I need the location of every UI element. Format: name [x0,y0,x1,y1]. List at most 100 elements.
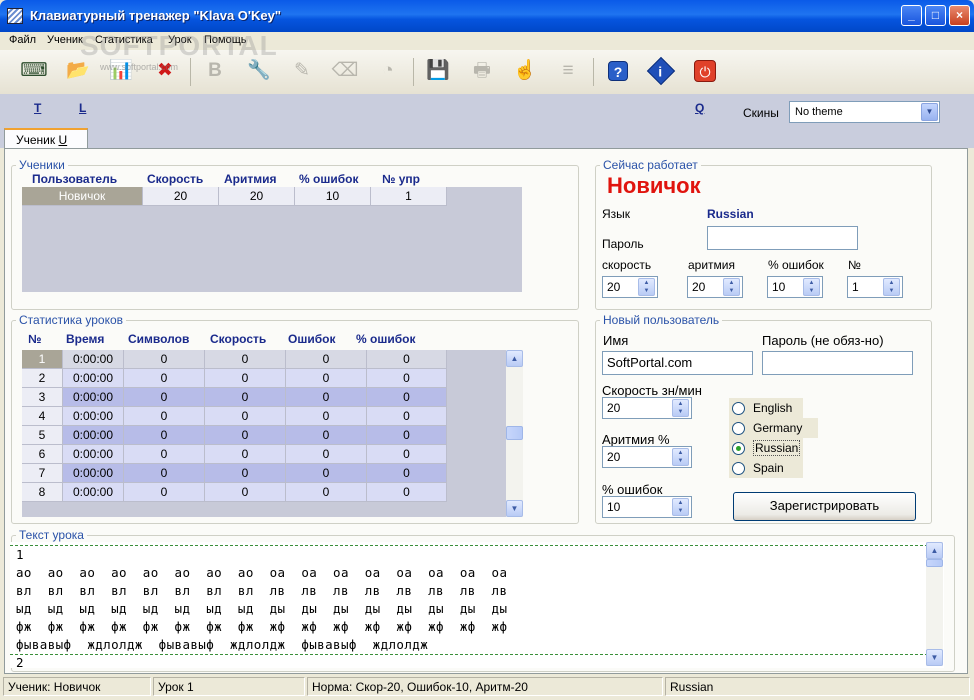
table-cell[interactable]: 0 [286,369,367,388]
scroll-down-icon[interactable]: ▼ [926,649,943,666]
table-cell[interactable]: 0:00:00 [63,426,124,445]
table-cell[interactable]: 0 [205,426,286,445]
table-cell[interactable]: 0 [205,350,286,369]
lesson-text-area[interactable]: 1 ао ао ао ао ао ао ао ао оа оа оа оа оа… [10,542,944,668]
tab-student[interactable]: Ученик U [4,128,88,149]
new-errors-stepper[interactable]: 10 ▲ ▼ [602,496,692,518]
table-cell[interactable]: 0 [367,483,447,502]
save-icon[interactable]: 💾 [422,56,454,86]
spin-arrows-icon[interactable]: ▲ ▼ [803,278,820,296]
table-cell[interactable]: 0:00:00 [63,464,124,483]
table-cell[interactable]: 4 [22,407,63,426]
table-cell[interactable]: 0 [367,426,447,445]
lesson-text-scrollbar[interactable]: ▲ ▼ [926,542,943,666]
table-cell[interactable]: 0 [205,483,286,502]
lesson-stats-scrollbar[interactable]: ▲ ▼ [506,350,523,517]
chevron-down-icon[interactable]: ▼ [921,103,938,121]
radio-spain[interactable]: Spain [729,458,803,478]
table-cell[interactable]: 0 [205,388,286,407]
timer-icon[interactable]: ◔ [372,56,404,86]
table-cell[interactable]: 0:00:00 [63,350,124,369]
menu-student[interactable]: Ученик [47,34,83,46]
radio-germany[interactable]: Germany [729,418,818,438]
scroll-thumb[interactable] [506,426,523,440]
spin-arrows-icon[interactable]: ▲ ▼ [723,278,740,296]
new-speed-stepper[interactable]: 20 ▲ ▼ [602,397,692,419]
table-cell[interactable]: 0 [367,407,447,426]
table-cell[interactable]: 3 [22,388,63,407]
edit-icon[interactable]: ✎ [286,56,318,86]
current-speed-stepper[interactable]: 20 ▲ ▼ [602,276,658,298]
hand-icon[interactable]: ☝ [509,56,541,86]
table-cell[interactable]: 0 [367,388,447,407]
print-icon[interactable]: 🖶 [466,56,498,86]
scroll-thumb[interactable] [926,559,943,567]
table-cell[interactable]: 0 [205,407,286,426]
help-icon[interactable]: ? [608,61,628,81]
student-errors-cell[interactable]: 10 [295,187,371,206]
table-cell[interactable]: 0 [286,426,367,445]
password-input[interactable] [707,226,858,250]
student-exercise-cell[interactable]: 1 [371,187,447,206]
table-cell[interactable]: 5 [22,426,63,445]
maximize-button[interactable]: □ [925,5,946,26]
spin-arrows-icon[interactable]: ▲ ▼ [672,399,689,417]
table-cell[interactable]: 2 [22,369,63,388]
table-cell[interactable]: 0 [367,350,447,369]
power-icon[interactable]: ⏻ [694,60,716,82]
current-errors-stepper[interactable]: 10 ▲ ▼ [767,276,823,298]
table-cell[interactable]: 7 [22,464,63,483]
scroll-up-icon[interactable]: ▲ [506,350,523,367]
table-cell[interactable]: 0 [205,445,286,464]
close-button[interactable]: × [949,5,970,26]
spin-arrows-icon[interactable]: ▲ ▼ [672,448,689,466]
skin-select[interactable]: No theme ▼ [789,101,940,123]
table-cell[interactable]: 0 [124,350,205,369]
link-l[interactable]: L [79,101,86,115]
table-cell[interactable]: 0 [367,464,447,483]
table-cell[interactable]: 0 [286,464,367,483]
table-cell[interactable]: 0:00:00 [63,369,124,388]
table-cell[interactable]: 0 [124,483,205,502]
table-cell[interactable]: 0 [367,369,447,388]
spin-arrows-icon[interactable]: ▲ ▼ [672,498,689,516]
table-cell[interactable]: 0 [124,445,205,464]
text-lines-icon[interactable]: ≡ [552,56,584,86]
scroll-down-icon[interactable]: ▼ [506,500,523,517]
table-cell[interactable]: 0 [286,445,367,464]
table-cell[interactable]: 1 [22,350,63,369]
spin-arrows-icon[interactable]: ▲ ▼ [638,278,655,296]
table-cell[interactable]: 0 [286,483,367,502]
link-q[interactable]: Q [695,101,704,115]
table-cell[interactable]: 0 [205,464,286,483]
info-icon[interactable]: i [646,56,676,86]
table-cell[interactable]: 0:00:00 [63,388,124,407]
typewriter-icon[interactable]: ⌨ [18,56,50,86]
table-cell[interactable]: 0:00:00 [63,445,124,464]
table-cell[interactable]: 0 [124,369,205,388]
menu-file[interactable]: Файл [9,34,36,46]
new-name-input[interactable]: SoftPortal.com [602,351,753,375]
current-arrhythmia-stepper[interactable]: 20 ▲ ▼ [687,276,743,298]
table-cell[interactable]: 0 [286,388,367,407]
student-arrhythmia-cell[interactable]: 20 [219,187,295,206]
student-name-cell[interactable]: Новичок [22,187,143,206]
table-cell[interactable]: 0 [124,464,205,483]
backspace-icon[interactable]: ⌫ [329,56,361,86]
table-cell[interactable]: 8 [22,483,63,502]
radio-english[interactable]: English [729,398,803,418]
spin-arrows-icon[interactable]: ▲ ▼ [883,278,900,296]
radio-russian[interactable]: Russian [729,438,803,458]
new-password-input[interactable] [762,351,913,375]
table-cell[interactable]: 0 [205,369,286,388]
link-t[interactable]: T [34,101,41,115]
table-cell[interactable]: 6 [22,445,63,464]
table-cell[interactable]: 0 [124,407,205,426]
table-cell[interactable]: 0 [124,426,205,445]
table-cell[interactable]: 0 [286,407,367,426]
register-button[interactable]: Зарегистрировать [733,492,916,521]
current-exercise-stepper[interactable]: 1 ▲ ▼ [847,276,903,298]
table-cell[interactable]: 0 [367,445,447,464]
minimize-button[interactable]: _ [901,5,922,26]
table-cell[interactable]: 0:00:00 [63,407,124,426]
